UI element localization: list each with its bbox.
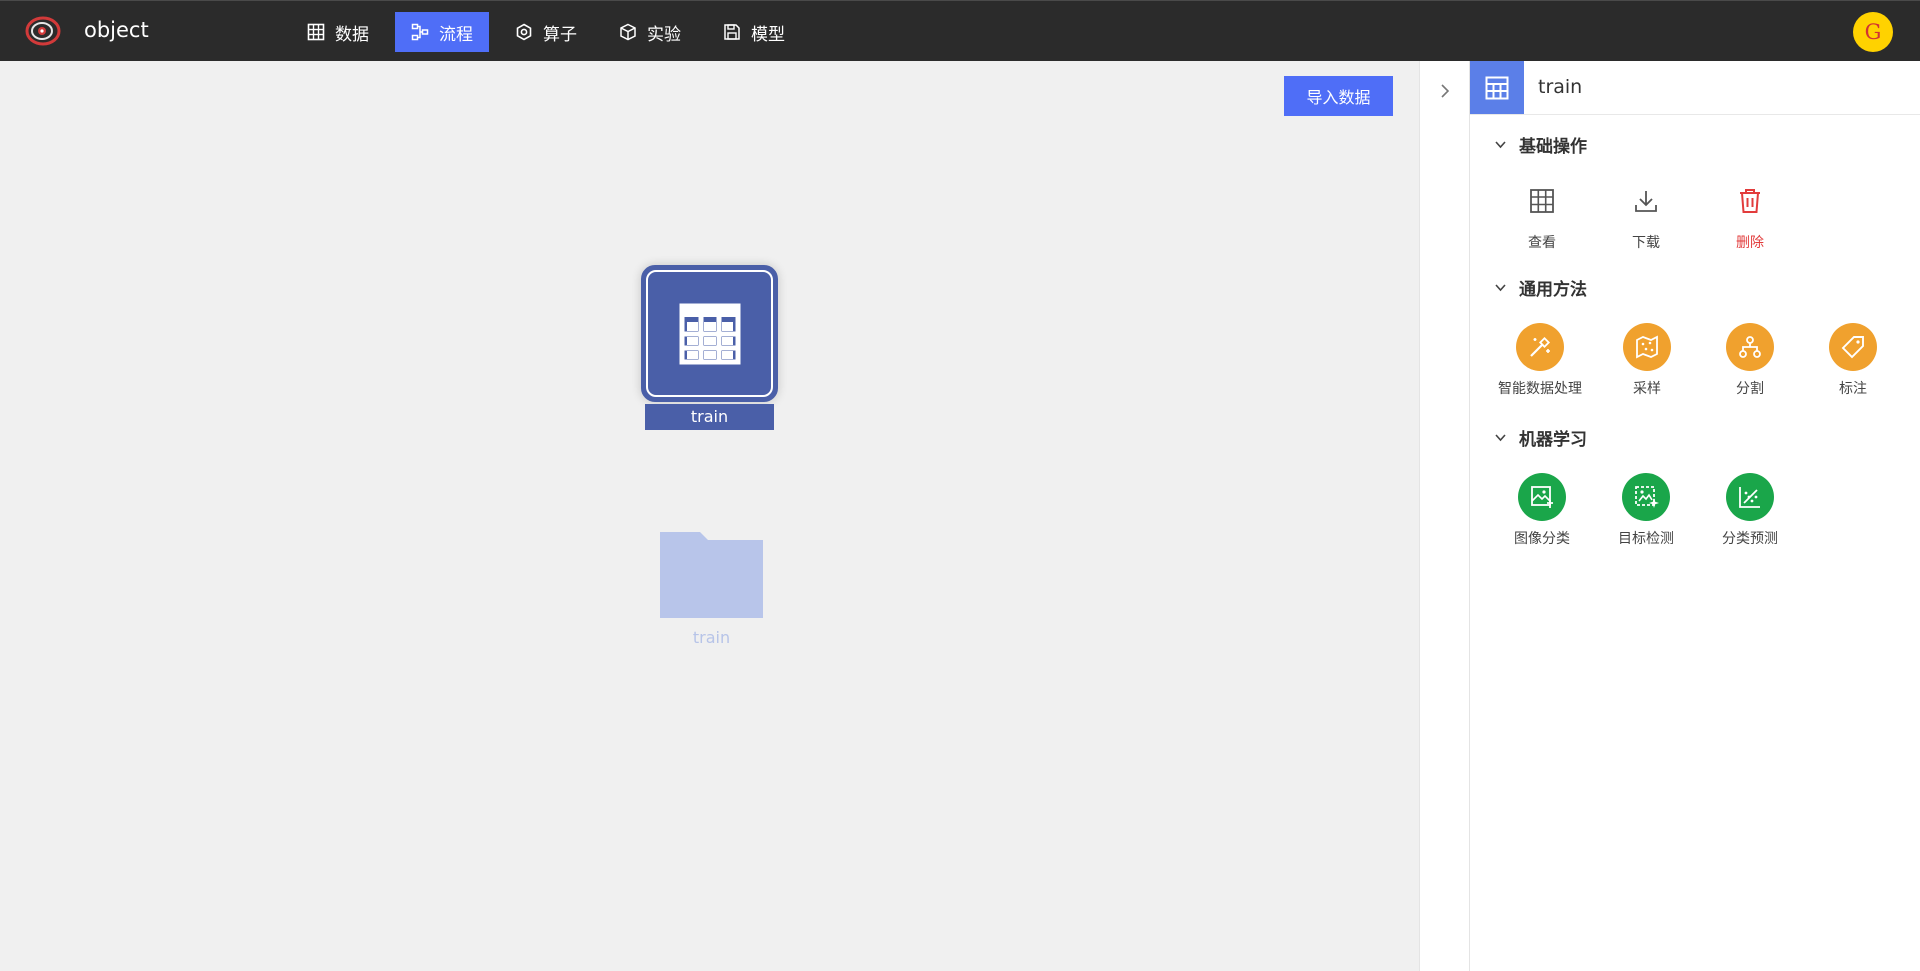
op-icon-wrap xyxy=(1622,473,1670,521)
download-icon xyxy=(1635,191,1657,212)
import-data-button[interactable]: 导入数据 xyxy=(1284,76,1393,116)
table-icon xyxy=(1530,189,1554,213)
flow-icon xyxy=(411,23,429,41)
op-download[interactable]: 下载 xyxy=(1594,177,1698,252)
nav-item-label: 实验 xyxy=(647,24,681,45)
op-delete[interactable]: 删除 xyxy=(1698,177,1802,252)
op-label: 删除 xyxy=(1736,235,1764,251)
avatar-initial: G xyxy=(1864,20,1882,44)
table-icon xyxy=(679,303,740,364)
op-annotate[interactable]: 标注 xyxy=(1801,323,1905,398)
operations-panel: train 基础操作 查看 下载 删除 通用方法 智能数据处理 采样 分割 标注… xyxy=(1470,61,1920,971)
section-title-label: 机器学习 xyxy=(1519,430,1587,450)
chevron-down-icon xyxy=(1495,434,1506,442)
op-label: 目标检测 xyxy=(1618,531,1674,547)
nav-item-label: 流程 xyxy=(439,24,473,45)
hexagon-icon xyxy=(516,23,532,41)
section-machine-learning[interactable]: 机器学习 xyxy=(1494,425,1587,450)
op-smart-data-processing[interactable]: 智能数据处理 xyxy=(1488,323,1592,398)
op-label: 采样 xyxy=(1633,381,1661,397)
chevron-down-icon xyxy=(1495,284,1506,292)
op-icon-wrap xyxy=(1726,323,1774,371)
image-classify-icon xyxy=(1531,486,1553,508)
chart-predict-icon xyxy=(1739,487,1760,508)
panel-collapse-strip xyxy=(1419,61,1470,971)
section-general-methods[interactable]: 通用方法 xyxy=(1494,275,1587,300)
op-icon-wrap xyxy=(1726,473,1774,521)
nav-item-flow[interactable]: 流程 xyxy=(395,12,489,52)
chevron-down-icon xyxy=(1495,141,1506,149)
nav-item-label: 模型 xyxy=(751,24,785,45)
table-icon xyxy=(1485,76,1509,99)
project-name: object xyxy=(84,18,149,42)
panel-header-icon xyxy=(1470,61,1524,114)
nav-item-experiments[interactable]: 实验 xyxy=(603,12,697,52)
top-bar: object 数据 流程 算子 实验 模型 G xyxy=(0,0,1920,61)
nav-item-label: 算子 xyxy=(543,24,577,45)
op-icon-wrap xyxy=(1516,323,1564,371)
cube-icon xyxy=(620,23,636,41)
flow-canvas[interactable]: 导入数据 xyxy=(0,61,1419,971)
nav-item-label: 数据 xyxy=(335,24,369,45)
object-detect-icon xyxy=(1635,486,1659,508)
op-label: 查看 xyxy=(1528,235,1556,251)
op-classification-prediction[interactable]: 分类预测 xyxy=(1698,473,1802,548)
node-frame xyxy=(646,270,773,397)
nav-item-operators[interactable]: 算子 xyxy=(499,12,593,52)
panel-header: train xyxy=(1470,61,1920,115)
user-avatar[interactable]: G xyxy=(1853,12,1893,52)
op-object-detection[interactable]: 目标检测 xyxy=(1594,473,1698,548)
main-nav: 数据 流程 算子 实验 模型 xyxy=(291,12,811,52)
magic-wand-icon xyxy=(1530,336,1551,357)
section-title-label: 通用方法 xyxy=(1519,280,1587,300)
sample-map-icon xyxy=(1636,335,1658,359)
op-icon-wrap xyxy=(1726,177,1774,225)
nav-item-models[interactable]: 模型 xyxy=(707,12,801,52)
section-title-label: 基础操作 xyxy=(1519,137,1587,157)
chevron-right-icon[interactable] xyxy=(1437,83,1453,99)
split-icon xyxy=(1739,336,1761,358)
tag-icon xyxy=(1841,336,1864,359)
section-basic-ops[interactable]: 基础操作 xyxy=(1494,132,1587,157)
op-label: 智能数据处理 xyxy=(1498,381,1582,397)
op-label: 下载 xyxy=(1632,235,1660,251)
op-label: 标注 xyxy=(1839,381,1867,397)
op-label: 图像分类 xyxy=(1514,531,1570,547)
logo-icon[interactable] xyxy=(24,15,62,47)
panel-title: train xyxy=(1538,76,1583,98)
trash-icon xyxy=(1740,189,1760,213)
op-view[interactable]: 查看 xyxy=(1490,177,1594,252)
op-split[interactable]: 分割 xyxy=(1698,323,1802,398)
op-icon-wrap xyxy=(1829,323,1877,371)
op-icon-wrap xyxy=(1623,323,1671,371)
save-icon xyxy=(724,24,740,40)
op-image-classification[interactable]: 图像分类 xyxy=(1490,473,1594,548)
op-icon-wrap xyxy=(1622,177,1670,225)
folder-node-label: train xyxy=(692,628,731,647)
table-icon xyxy=(307,23,325,41)
op-label: 分割 xyxy=(1736,381,1764,397)
folder-icon[interactable] xyxy=(660,532,763,618)
op-icon-wrap xyxy=(1518,177,1566,225)
op-label: 分类预测 xyxy=(1722,531,1778,547)
nav-item-data[interactable]: 数据 xyxy=(291,12,385,52)
selected-node-label: train xyxy=(645,404,774,430)
dataset-node-selected[interactable] xyxy=(641,265,778,402)
op-icon-wrap xyxy=(1518,473,1566,521)
op-sampling[interactable]: 采样 xyxy=(1595,323,1699,398)
